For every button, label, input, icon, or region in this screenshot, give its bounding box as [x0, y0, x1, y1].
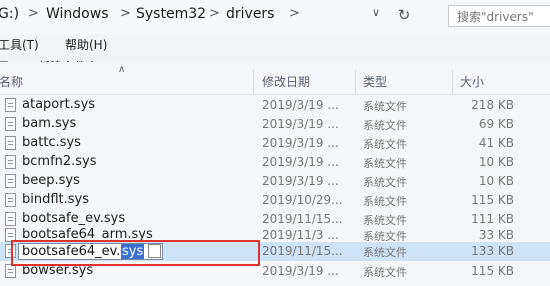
search-input[interactable]: 搜索"drivers": [448, 5, 550, 27]
file-size: 33 KB: [478, 228, 514, 242]
file-size: 111 KB: [471, 212, 514, 226]
file-size: 115 KB: [471, 264, 514, 278]
breadcrumb-separator[interactable]: >: [28, 6, 39, 21]
file-date: 2019/3/19 ...: [262, 98, 339, 112]
sort-ascending-icon: ∧: [118, 64, 126, 75]
column-name[interactable]: 名称: [0, 73, 23, 90]
refresh-icon[interactable]: ↻: [395, 6, 413, 24]
system-file-icon: [5, 244, 16, 258]
file-date: 2019/10/29...: [262, 193, 343, 207]
file-date: 2019/11/3 ...: [262, 228, 339, 242]
file-size: 10 KB: [478, 155, 514, 169]
file-name: bowser.sys: [22, 263, 94, 278]
rename-selected-extension: sys: [121, 244, 145, 259]
system-file-icon: [5, 136, 16, 150]
file-size: 115 KB: [471, 193, 514, 207]
file-type: 系统文件: [363, 157, 407, 170]
file-size: 218 KB: [471, 98, 514, 112]
file-type: 系统文件: [363, 195, 407, 208]
system-file-icon: [5, 228, 16, 242]
file-row[interactable]: bcmfn2.sys 2019/3/19 ... 系统文件 10 KB: [0, 153, 550, 172]
file-name: beep.sys: [22, 173, 80, 188]
address-bar[interactable]: G:) > Windows > System32 > drivers > ∨ ↻…: [0, 0, 550, 35]
file-row-renaming[interactable]: bootsafe64_ev. sys 2019/11/15... 系统文件 13…: [0, 242, 550, 261]
file-date: 2019/11/15...: [262, 212, 343, 226]
file-row[interactable]: bowser.sys 2019/3/19 ... 系统文件 115 KB: [0, 262, 550, 281]
file-size: 41 KB: [478, 136, 514, 150]
menu-tools[interactable]: 工具(T): [0, 36, 39, 53]
file-row[interactable]: bindflt.sys 2019/10/29... 系统文件 115 KB: [0, 191, 550, 210]
column-headers: ∧ 名称 修改日期 类型 大小: [0, 64, 550, 95]
column-size[interactable]: 大小: [460, 73, 484, 90]
file-type: 系统文件: [363, 119, 407, 132]
breadcrumb-system32[interactable]: System32: [136, 6, 206, 22]
breadcrumb-windows[interactable]: Windows: [46, 6, 109, 22]
system-file-icon: [5, 193, 16, 207]
column-date[interactable]: 修改日期: [262, 73, 310, 90]
file-name: bindflt.sys: [22, 192, 90, 207]
breadcrumb-drive[interactable]: G:): [0, 6, 19, 22]
column-divider[interactable]: [355, 70, 356, 94]
file-name: bootsafe64_arm.sys: [22, 227, 153, 242]
file-type: 系统文件: [363, 138, 407, 151]
breadcrumb-separator[interactable]: >: [120, 6, 131, 21]
file-type: 系统文件: [363, 176, 407, 189]
chevron-down-icon[interactable]: ∨: [372, 6, 380, 19]
breadcrumb-separator[interactable]: >: [289, 6, 300, 21]
file-row[interactable]: ataport.sys 2019/3/19 ... 系统文件 218 KB: [0, 96, 550, 115]
file-row[interactable]: beep.sys 2019/3/19 ... 系统文件 10 KB: [0, 172, 550, 191]
file-date: 2019/3/19 ...: [262, 264, 339, 278]
column-divider[interactable]: [253, 70, 254, 94]
file-size: 133 KB: [471, 244, 514, 258]
menu-help[interactable]: 帮助(H): [65, 36, 107, 53]
text-cursor: [148, 244, 161, 258]
breadcrumb-separator[interactable]: >: [209, 6, 220, 21]
file-list: ∧ 名称 修改日期 类型 大小 ataport.sys 2019/3/19 ..…: [0, 62, 550, 286]
file-type: 系统文件: [363, 100, 407, 113]
file-name: bootsafe_ev.sys: [22, 211, 126, 226]
file-date: 2019/3/19 ...: [262, 117, 339, 131]
breadcrumb-drivers[interactable]: drivers: [226, 6, 274, 22]
menu-bar: 工具(T) 帮助(H): [0, 34, 550, 54]
file-date: 2019/3/19 ...: [262, 174, 339, 188]
file-size: 10 KB: [478, 174, 514, 188]
rename-input[interactable]: bootsafe64_ev. sys: [18, 243, 163, 260]
file-name: ataport.sys: [22, 97, 96, 112]
file-date: 2019/11/15...: [262, 244, 343, 258]
system-file-icon: [5, 98, 16, 112]
file-type: 系统文件: [363, 266, 407, 279]
column-divider[interactable]: [452, 70, 453, 94]
system-file-icon: [5, 212, 16, 226]
system-file-icon: [5, 264, 16, 278]
file-size: 69 KB: [478, 117, 514, 131]
file-name: battc.sys: [22, 135, 81, 150]
file-name: bcmfn2.sys: [22, 154, 97, 169]
system-file-icon: [5, 155, 16, 169]
system-file-icon: [5, 117, 16, 131]
file-name: bam.sys: [22, 116, 77, 131]
file-row[interactable]: battc.sys 2019/3/19 ... 系统文件 41 KB: [0, 134, 550, 153]
system-file-icon: [5, 174, 16, 188]
rename-base-text: bootsafe64_ev.: [22, 244, 121, 259]
file-date: 2019/3/19 ...: [262, 155, 339, 169]
file-date: 2019/3/19 ...: [262, 136, 339, 150]
column-type[interactable]: 类型: [363, 73, 387, 90]
file-type: 系统文件: [363, 246, 407, 259]
file-row[interactable]: bam.sys 2019/3/19 ... 系统文件 69 KB: [0, 115, 550, 134]
